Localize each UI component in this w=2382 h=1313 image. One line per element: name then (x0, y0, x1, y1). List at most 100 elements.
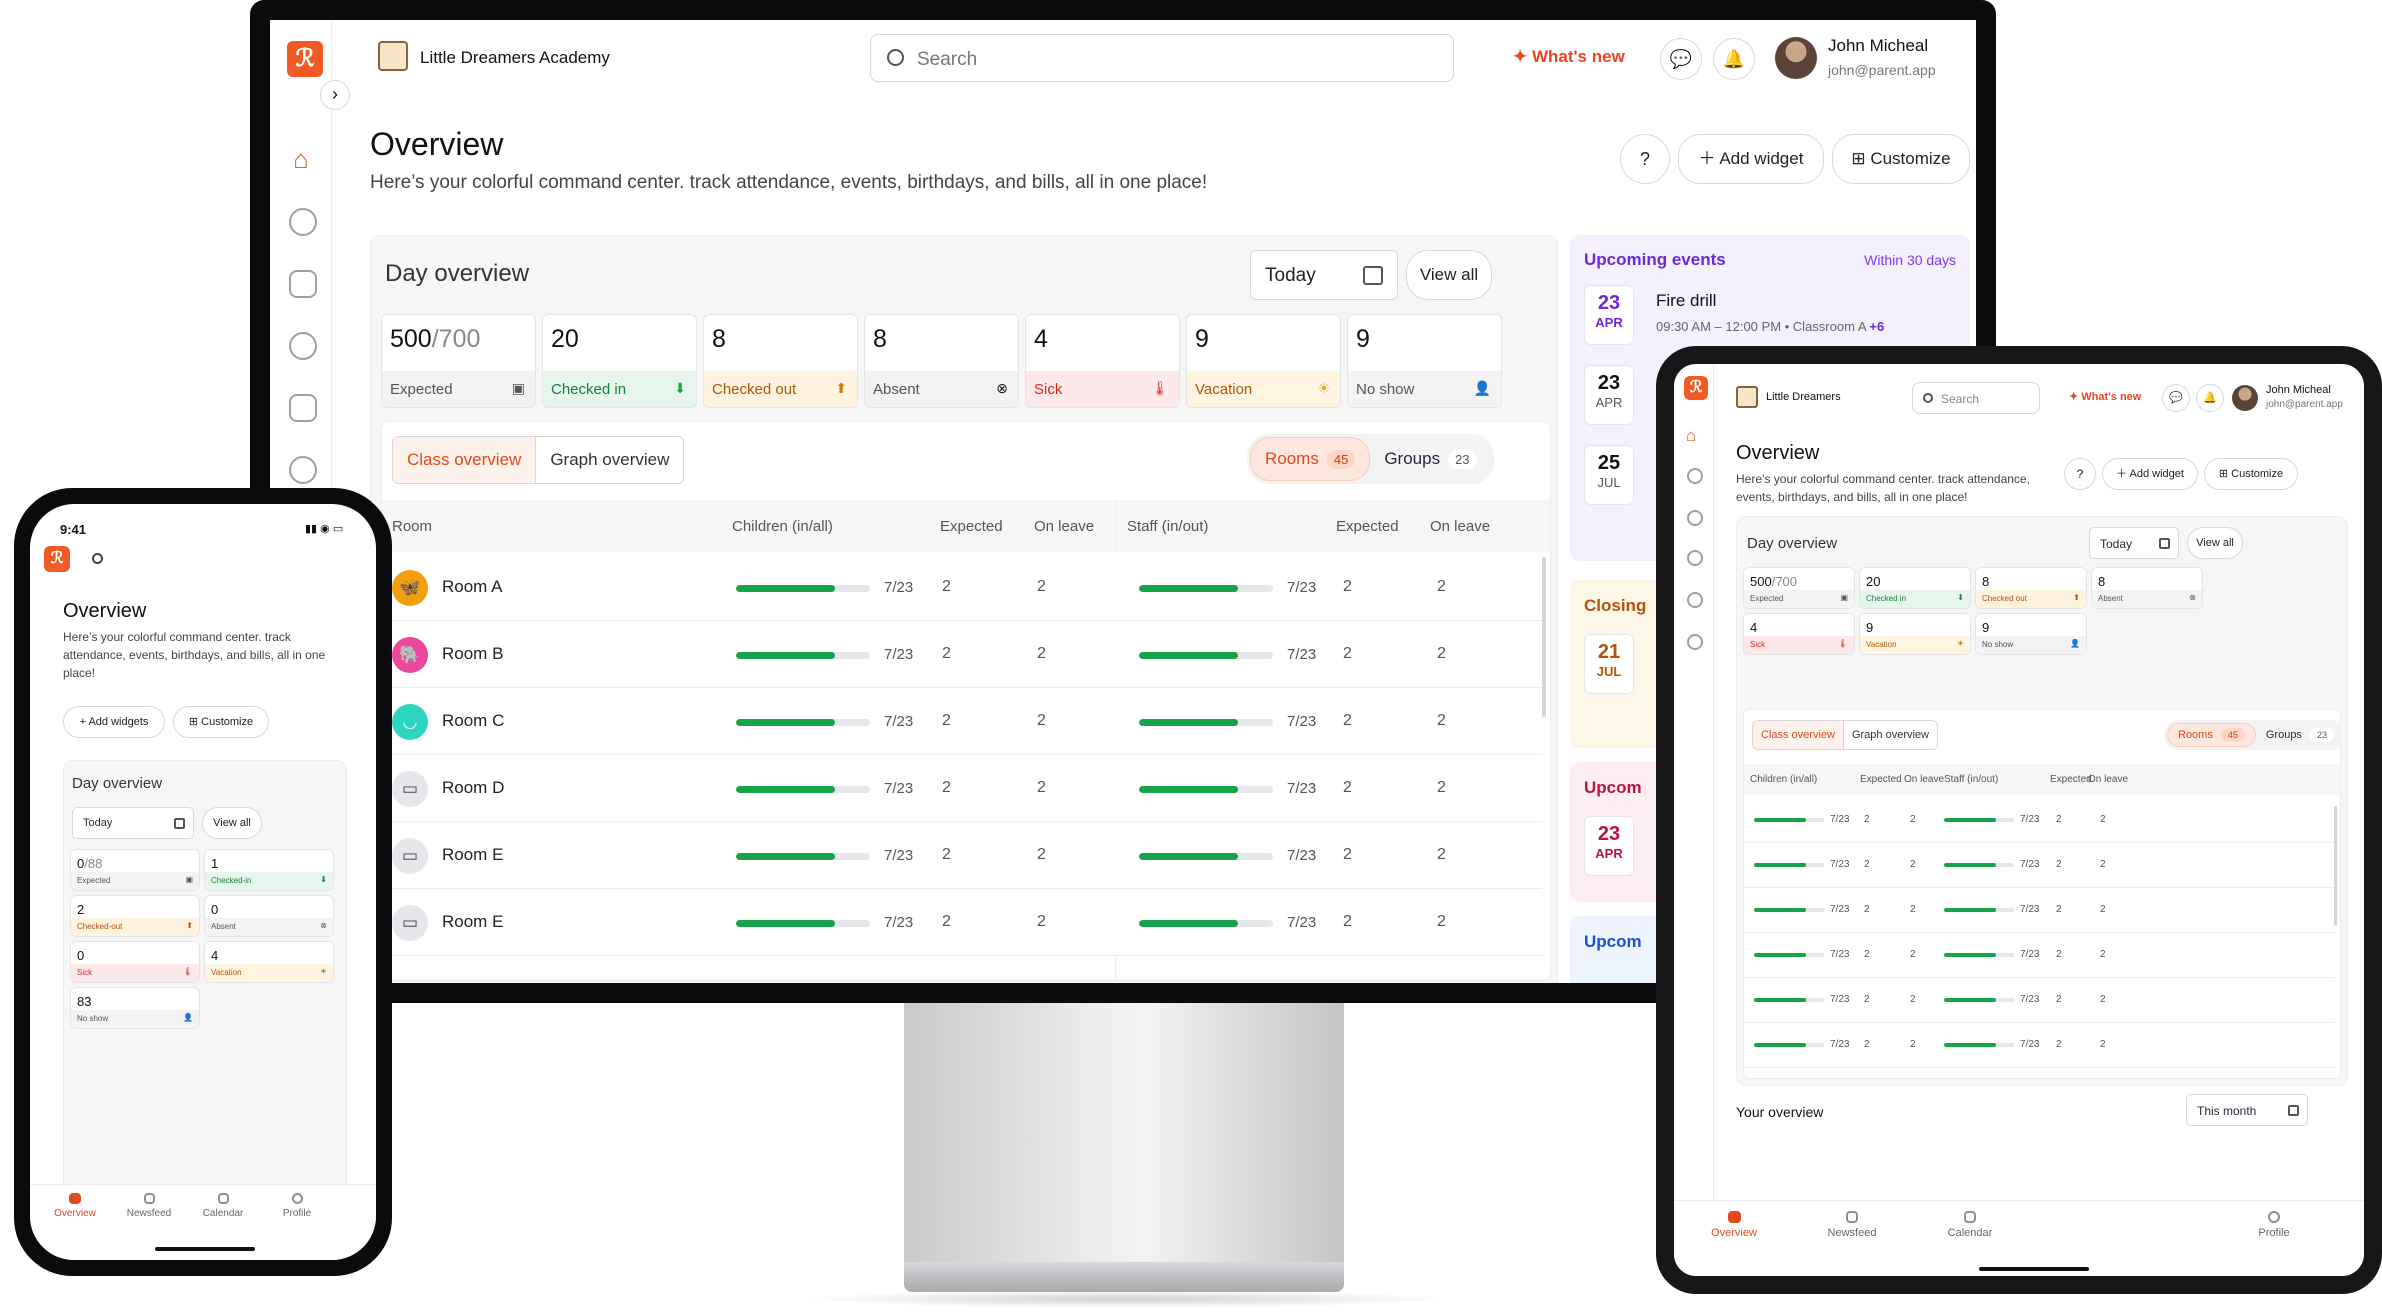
stat-card[interactable]: 1 Checked-in⬇ (204, 849, 334, 891)
stat-card[interactable]: 0 Sick🌡 (70, 941, 200, 983)
settings-icon[interactable] (1687, 634, 1703, 650)
notifications-button[interactable]: 🔔 (2196, 384, 2224, 412)
stat-card[interactable]: 8 Checked out⬆ (1975, 567, 2087, 609)
stat-card[interactable]: 8 Absent⊗ (2091, 567, 2203, 609)
stat-no-show[interactable]: 9No show👤 (1347, 314, 1502, 408)
nav-overview[interactable]: Overview (1704, 1211, 1764, 1239)
stat-card[interactable]: 0/88 Expected▣ (70, 849, 200, 891)
nav-calendar[interactable]: Calendar (192, 1193, 254, 1219)
stat-card[interactable]: 9 Vacation☀ (1859, 613, 1971, 655)
whats-new-link[interactable]: ✦ What's new (2069, 390, 2141, 403)
customize-button[interactable]: ⊞ Customize (173, 706, 269, 738)
users-icon[interactable] (1687, 550, 1703, 566)
tab-class-overview[interactable]: Class overview (1753, 721, 1844, 749)
app-logo[interactable]: ℛ (44, 546, 70, 572)
customize-button[interactable]: ⊞ Customize (1832, 134, 1970, 184)
table-row[interactable]: 7/23 2 2 7/23 2 2 (1744, 888, 2334, 933)
add-widgets-button[interactable]: + Add widgets (63, 706, 165, 738)
stat-card[interactable]: 2 Checked-out⬆ (70, 895, 200, 937)
billing-icon[interactable] (289, 394, 317, 422)
search-icon[interactable] (92, 553, 103, 564)
table-row[interactable]: 🦋 Room A 7/23 2 2 7/23 2 2 (382, 554, 1542, 621)
stat-expected[interactable]: 500/700Expected▣ (381, 314, 536, 408)
users-icon[interactable] (289, 332, 317, 360)
rooms-toggle[interactable]: Rooms45 (2167, 723, 2256, 747)
nav-profile[interactable]: Profile (266, 1193, 328, 1219)
stat-card[interactable]: 83 No show👤 (70, 987, 200, 1029)
avatar[interactable] (2232, 385, 2258, 411)
date-filter[interactable]: Today (2089, 527, 2179, 559)
stat-card[interactable]: 4 Sick🌡 (1743, 613, 1855, 655)
stat-vacation[interactable]: 9Vacation☀ (1186, 314, 1341, 408)
children-progress (1754, 818, 1824, 822)
table-row[interactable]: ◡ Room C 7/23 2 2 7/23 2 2 (382, 688, 1542, 755)
nav-newsfeed[interactable]: Newsfeed (118, 1193, 180, 1219)
stat-card[interactable]: 500/700 Expected▣ (1743, 567, 1855, 609)
add-widget-button[interactable]: ＋ Add widget (1678, 134, 1824, 184)
table-row[interactable]: 🐘 Room B 7/23 2 2 7/23 2 2 (382, 621, 1542, 688)
customize-button[interactable]: ⊞ Customize (2204, 458, 2298, 490)
date-filter[interactable]: Today (1250, 250, 1398, 300)
app-logo[interactable]: ℛ (1684, 376, 1708, 400)
table-row[interactable]: 7/23 2 2 7/23 2 2 (1744, 933, 2334, 978)
search-input[interactable]: Search (1912, 382, 2040, 414)
event-name[interactable]: Fire drill (1656, 291, 1716, 311)
scrollbar[interactable] (2334, 806, 2337, 926)
groups-toggle[interactable]: Groups23 (1370, 437, 1490, 481)
home-icon[interactable]: ⌂ (1686, 426, 1696, 446)
nav-profile[interactable]: Profile (2244, 1211, 2304, 1239)
search-input[interactable]: Search (870, 34, 1454, 82)
staff-count: 7/23 (1287, 780, 1316, 797)
stat-card[interactable]: 9 No show👤 (1975, 613, 2087, 655)
app-logo[interactable]: ℛ (287, 41, 323, 77)
nav-overview[interactable]: Overview (44, 1193, 106, 1219)
stat-checked-out[interactable]: 8Checked out⬆ (703, 314, 858, 408)
date-filter[interactable]: Today (72, 807, 194, 839)
rooms-toggle[interactable]: Rooms45 (1250, 437, 1370, 481)
billing-icon[interactable] (1687, 592, 1703, 608)
on-leave: 2 (1037, 578, 1046, 596)
avatar[interactable] (1775, 37, 1817, 79)
help-button[interactable]: ? (1620, 134, 1670, 184)
child-face-icon[interactable] (289, 208, 317, 236)
whats-new-link[interactable]: ✦ What's new (1513, 47, 1625, 67)
table-row[interactable]: ▭ Room E 7/23 2 2 7/23 2 2 (382, 822, 1542, 889)
report-icon[interactable] (289, 270, 317, 298)
table-row[interactable]: 7/23 2 2 7/23 2 2 (1744, 798, 2334, 843)
tab-class-overview[interactable]: Class overview (393, 437, 536, 483)
home-icon[interactable]: ⌂ (287, 145, 315, 173)
help-button[interactable]: ? (2064, 458, 2096, 490)
groups-toggle[interactable]: Groups23 (2256, 723, 2341, 747)
view-all-button[interactable]: View all (202, 807, 262, 839)
stat-card[interactable]: 20 Checked in⬇ (1859, 567, 1971, 609)
table-row[interactable]: ▭ Room D 7/23 2 2 7/23 2 2 (382, 755, 1542, 822)
add-widget-button[interactable]: ＋ Add widget (2102, 458, 2198, 490)
report-icon[interactable] (1687, 510, 1703, 526)
table-row[interactable]: 7/23 2 2 7/23 2 2 (1744, 1023, 2334, 1068)
tab-graph-overview[interactable]: Graph overview (536, 437, 683, 483)
child-face-icon[interactable] (1687, 468, 1703, 484)
month-filter[interactable]: This month (2186, 1094, 2308, 1126)
nav-calendar[interactable]: Calendar (1940, 1211, 2000, 1239)
stat-card[interactable]: 4 Vacation☀ (204, 941, 334, 983)
expand-sidebar-button[interactable]: › (320, 80, 350, 110)
settings-icon[interactable] (289, 456, 317, 484)
closing-title: Closing (1584, 596, 1646, 616)
stat-sick[interactable]: 4Sick🌡 (1025, 314, 1180, 408)
nav-newsfeed[interactable]: Newsfeed (1822, 1211, 1882, 1239)
home-indicator (155, 1247, 255, 1251)
notifications-button[interactable]: 🔔 (1713, 38, 1755, 80)
view-all-button[interactable]: View all (2187, 527, 2243, 559)
chat-button[interactable]: 💬 (2162, 384, 2190, 412)
chat-button[interactable]: 💬 (1660, 38, 1702, 80)
table-row[interactable]: 7/23 2 2 7/23 2 2 (1744, 843, 2334, 888)
close-circle-icon: ⊗ (996, 380, 1008, 397)
tab-graph-overview[interactable]: Graph overview (1844, 721, 1937, 749)
stat-absent[interactable]: 8Absent⊗ (864, 314, 1019, 408)
stat-checked-in[interactable]: 20Checked in⬇ (542, 314, 697, 408)
view-all-button[interactable]: View all (1406, 250, 1492, 300)
stat-card[interactable]: 0 Absent⊗ (204, 895, 334, 937)
scrollbar[interactable] (1542, 557, 1546, 717)
table-row[interactable]: 7/23 2 2 7/23 2 2 (1744, 978, 2334, 1023)
table-row[interactable]: ▭ Room E 7/23 2 2 7/23 2 2 (382, 889, 1542, 956)
